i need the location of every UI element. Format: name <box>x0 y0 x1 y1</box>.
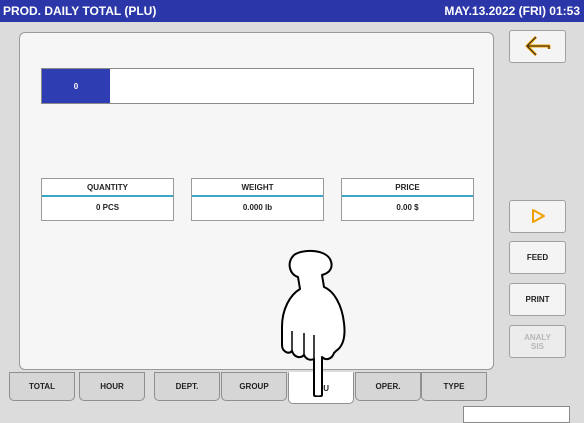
price-label: PRICE <box>342 179 473 197</box>
date-time: MAY.13.2022 (FRI) 01:53 <box>444 4 580 18</box>
tab-total[interactable]: TOTAL <box>9 372 75 401</box>
tab-bar: TOTAL HOUR DEPT. GROUP PLU OPER. TYPE <box>9 372 487 404</box>
plu-display[interactable]: 0 <box>41 68 474 104</box>
weight-label: WEIGHT <box>192 179 323 197</box>
pointing-hand-icon <box>281 249 346 397</box>
weight-value: 0.000 lb <box>242 203 273 212</box>
analysis-label-line1: ANALY <box>524 332 551 342</box>
price-value: 0.00 $ <box>396 203 419 212</box>
status-field <box>463 406 570 423</box>
title-bar: PROD. DAILY TOTAL (PLU) MAY.13.2022 (FRI… <box>0 0 584 22</box>
return-arrow-icon <box>523 35 553 59</box>
screen-title: PROD. DAILY TOTAL (PLU) <box>3 4 157 18</box>
plu-code: 0 <box>42 69 110 103</box>
quantity-value: 0 PCS <box>95 203 120 212</box>
tab-oper[interactable]: OPER. <box>355 372 421 401</box>
main-panel: 0 QUANTITY 0 PCS WEIGHT 0.000 lb PRICE 0… <box>19 32 494 370</box>
next-button[interactable] <box>509 200 566 233</box>
tab-hour[interactable]: HOUR <box>79 372 145 401</box>
plu-name <box>110 69 473 103</box>
print-button[interactable]: PRINT <box>509 283 566 316</box>
quantity-box: QUANTITY 0 PCS <box>41 178 174 221</box>
analysis-button[interactable]: ANALY SIS <box>509 325 566 358</box>
quantity-label: QUANTITY <box>42 179 173 197</box>
feed-button[interactable]: FEED <box>509 241 566 274</box>
back-button[interactable] <box>509 30 566 63</box>
play-triangle-icon <box>530 208 546 226</box>
tab-dept[interactable]: DEPT. <box>154 372 220 401</box>
screen-body: 0 QUANTITY 0 PCS WEIGHT 0.000 lb PRICE 0… <box>0 22 584 423</box>
price-box: PRICE 0.00 $ <box>341 178 474 221</box>
analysis-label-line2: SIS <box>531 341 544 351</box>
tab-type[interactable]: TYPE <box>421 372 487 401</box>
weight-box: WEIGHT 0.000 lb <box>191 178 324 221</box>
